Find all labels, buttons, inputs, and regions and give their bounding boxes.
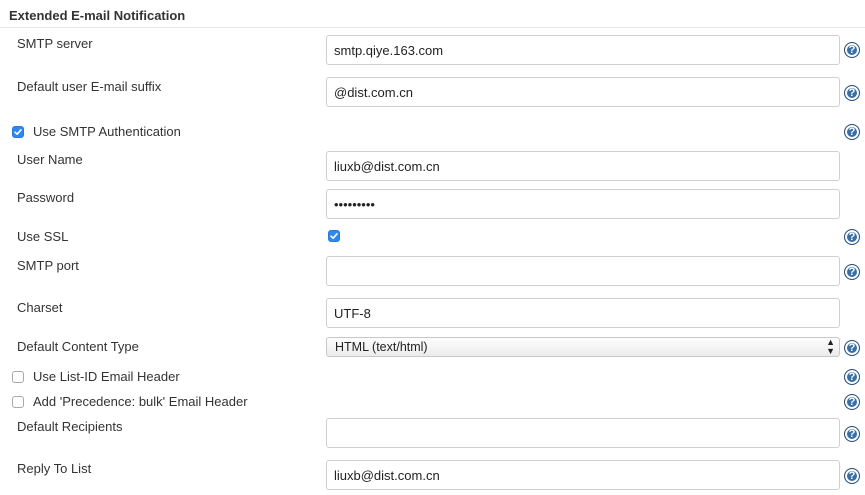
user-name-input[interactable] [326,151,840,181]
help-icon[interactable]: ? [844,394,860,410]
list-id-header-checkbox[interactable] [12,371,24,383]
help-icon[interactable]: ? [844,42,860,58]
content-type-select[interactable]: HTML (text/html) ▲ ▼ [326,337,840,357]
smtp-server-input[interactable] [326,35,840,65]
select-arrows-icon: ▲ ▼ [826,337,835,356]
help-icon[interactable]: ? [844,369,860,385]
precedence-header-checkbox[interactable] [12,396,24,408]
section-title: Extended E-mail Notification [9,8,186,23]
help-icon[interactable]: ? [844,229,860,245]
smtp-port-label: SMTP port [17,258,79,273]
section-divider [0,27,865,28]
help-icon[interactable]: ? [844,85,860,101]
default-suffix-input[interactable] [326,77,840,107]
use-smtp-auth-label: Use SMTP Authentication [33,124,181,139]
default-recipients-input[interactable] [326,418,840,448]
use-ssl-checkbox[interactable] [328,230,340,242]
reply-to-input[interactable] [326,460,840,490]
password-input[interactable] [326,189,840,219]
help-icon[interactable]: ? [844,124,860,140]
smtp-port-input[interactable] [326,256,840,286]
password-label: Password [17,190,75,205]
charset-label: Charset [17,300,63,315]
help-icon[interactable]: ? [844,426,860,442]
help-icon[interactable]: ? [844,264,860,280]
list-id-header-label: Use List-ID Email Header [33,369,180,384]
help-icon[interactable]: ? [844,340,860,356]
default-recipients-label: Default Recipients [17,419,123,434]
reply-to-label: Reply To List [17,461,92,476]
use-ssl-label: Use SSL [17,229,69,244]
precedence-header-label: Add 'Precedence: bulk' Email Header [33,394,248,409]
content-type-selected-value: HTML (text/html) [335,340,428,354]
use-smtp-auth-checkbox[interactable] [12,126,24,138]
help-icon[interactable]: ? [844,468,860,484]
user-name-label: User Name [17,152,83,167]
smtp-server-label: SMTP server [17,36,93,51]
charset-input[interactable] [326,298,840,328]
default-suffix-label: Default user E-mail suffix [17,79,162,94]
content-type-label: Default Content Type [17,339,139,354]
